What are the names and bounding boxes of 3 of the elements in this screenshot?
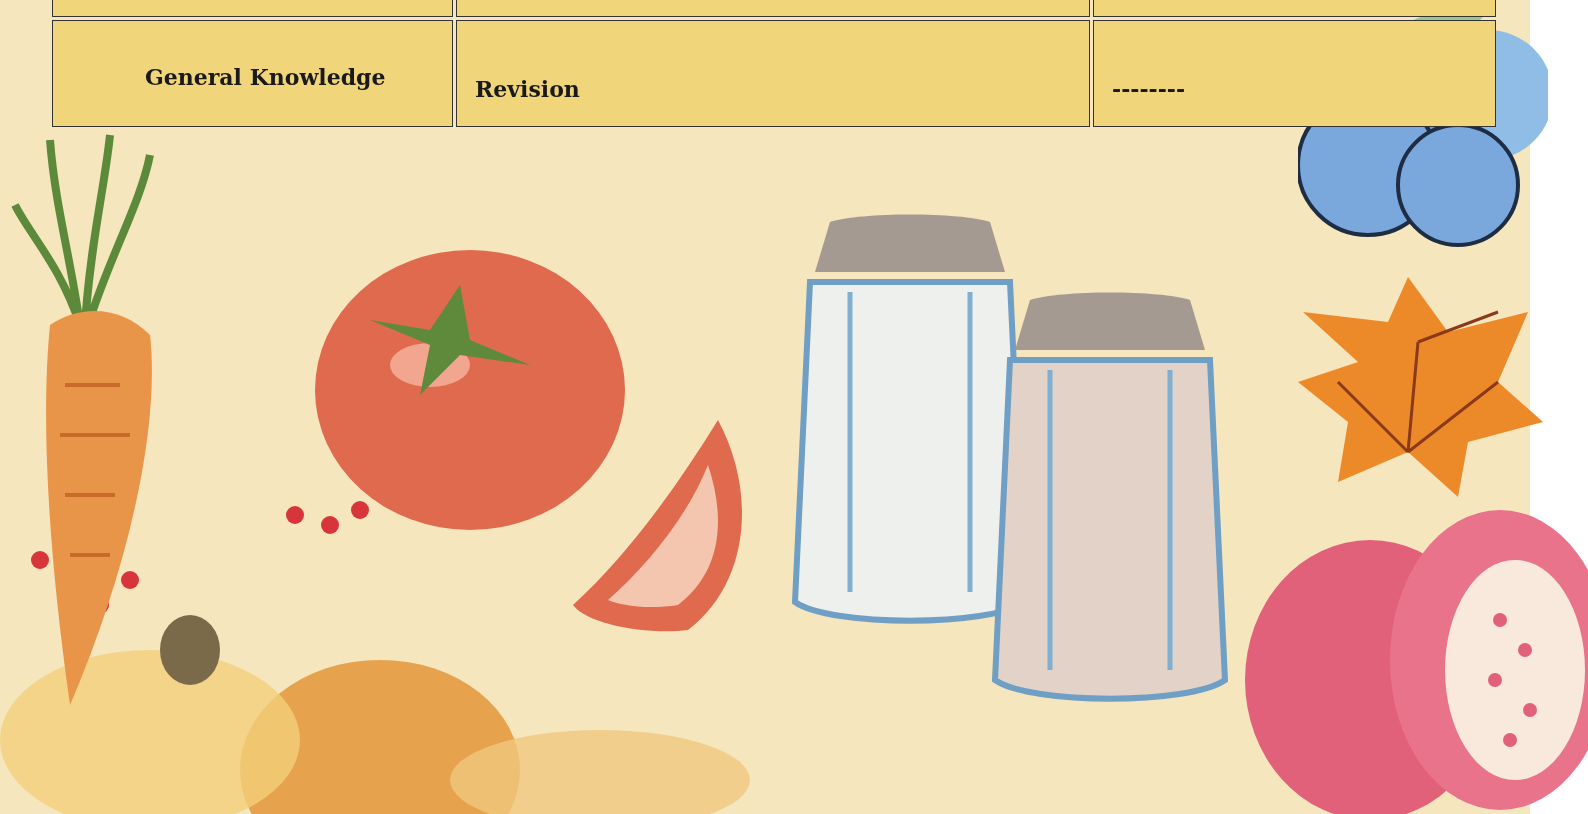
table-cell-text: Revision bbox=[475, 75, 580, 104]
table-cell-text: General Knowledge bbox=[145, 63, 386, 92]
table-cell-text: -------- bbox=[1112, 75, 1186, 104]
